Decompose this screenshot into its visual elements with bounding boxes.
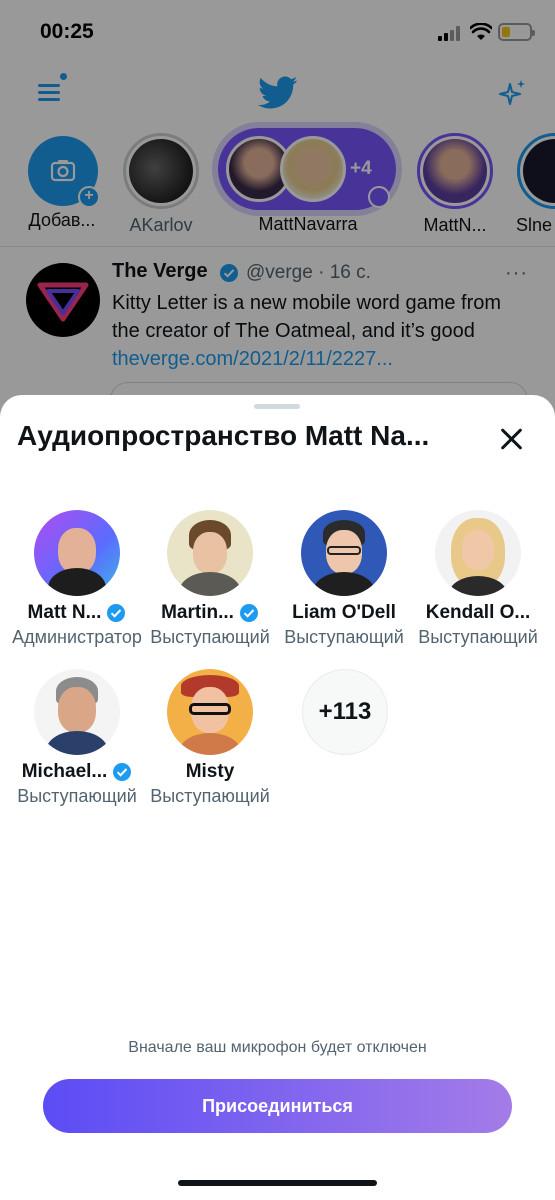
- participant[interactable]: Michael... Выступающий: [10, 669, 144, 807]
- sheet-grabber[interactable]: [254, 404, 300, 409]
- participant-name: Liam O'Dell: [292, 602, 396, 623]
- participant-name: Michael...: [21, 761, 108, 782]
- verified-icon: [239, 604, 258, 622]
- participant-role: Выступающий: [17, 786, 137, 806]
- participant-name: Kendall O...: [425, 602, 531, 623]
- avatar: [167, 669, 253, 755]
- close-icon[interactable]: [498, 425, 526, 453]
- participant-role: Администратор: [12, 627, 142, 647]
- avatar: [435, 510, 521, 596]
- verified-icon: [107, 604, 126, 622]
- participant-name: Matt N...: [27, 602, 102, 623]
- participant[interactable]: Kendall O... Выступающий: [411, 510, 545, 648]
- space-sheet: Аудиопространство Matt Na... Matt N... А…: [0, 395, 555, 1200]
- twitter-app: 00:25 + Добав... AKarlov +4 MattNavarra …: [0, 0, 555, 1200]
- mic-notice: Вначале ваш микрофон будет отключен: [128, 1039, 427, 1056]
- avatar: [301, 510, 387, 596]
- participant-name: Misty: [185, 761, 235, 782]
- participant[interactable]: Matt N... Администратор: [10, 510, 144, 648]
- participant-role: Выступающий: [150, 627, 270, 647]
- participant-role: Выступающий: [284, 627, 404, 647]
- avatar: [167, 510, 253, 596]
- participant[interactable]: Misty Выступающий: [143, 669, 277, 807]
- participant-role: Выступающий: [150, 786, 270, 806]
- avatar: [34, 510, 120, 596]
- participant-name: Martin...: [161, 602, 234, 623]
- participant[interactable]: Liam O'Dell Выступающий: [277, 510, 411, 648]
- participant[interactable]: Martin... Выступающий: [143, 510, 277, 648]
- avatar: [34, 669, 120, 755]
- participant-role: Выступающий: [418, 627, 538, 647]
- verified-icon: [113, 763, 132, 781]
- home-indicator[interactable]: [178, 1180, 377, 1186]
- more-participants-count[interactable]: +113: [302, 669, 388, 755]
- join-button[interactable]: Присоединиться: [43, 1079, 512, 1133]
- space-title: Аудиопространство Matt Na...: [17, 420, 430, 451]
